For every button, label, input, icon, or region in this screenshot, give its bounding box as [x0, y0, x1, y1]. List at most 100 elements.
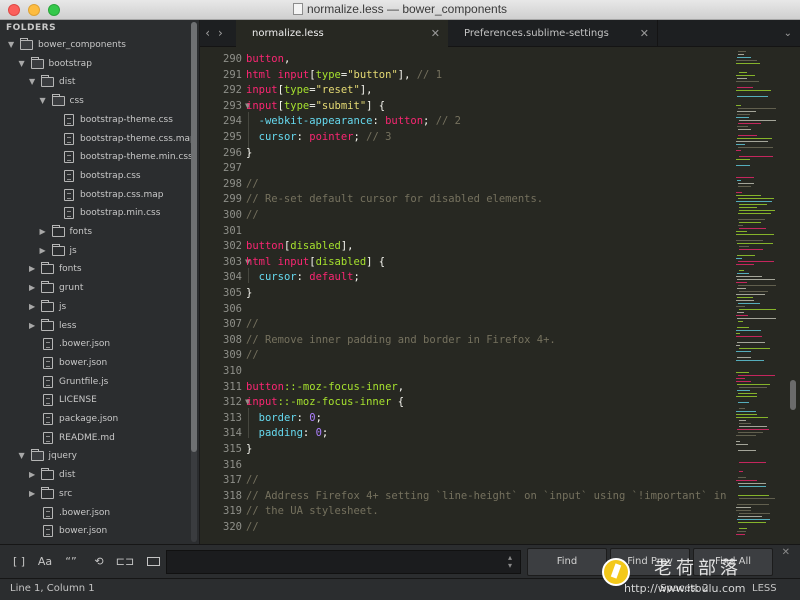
minimap-line	[738, 402, 749, 403]
folder-icon	[41, 468, 54, 481]
line-number: 290	[223, 53, 242, 65]
minimap-line	[736, 234, 774, 235]
minimap-line	[737, 138, 772, 139]
minimap-line	[736, 90, 771, 91]
tab-preferences[interactable]: Preferences.sublime-settings ✕	[448, 20, 658, 47]
disclosure-closed-icon[interactable]: ▶	[40, 242, 48, 260]
minimap-line	[739, 72, 747, 73]
tree-item-label: less	[59, 320, 77, 331]
minimap-line	[739, 207, 757, 208]
line-number: 296	[223, 146, 242, 159]
minimap-line	[736, 306, 745, 307]
minimap-line	[738, 51, 746, 52]
in-selection-toggle-icon[interactable]: ⊏⊐	[114, 552, 136, 572]
minimap-line	[737, 297, 753, 298]
find-input[interactable]: ▴ ▾	[166, 550, 521, 574]
disclosure-closed-icon[interactable]: ▶	[29, 298, 37, 316]
cursor-position: Line 1, Column 1	[10, 583, 95, 594]
minimap-line	[737, 429, 769, 430]
code-line: padding: 0;	[258, 427, 329, 440]
disclosure-closed-icon[interactable]: ▶	[29, 279, 37, 297]
minimap-line	[738, 495, 769, 496]
sidebar-header: FOLDERS	[6, 23, 57, 33]
tree-item-label: .bower.json	[59, 507, 111, 518]
line-number: 309	[223, 349, 242, 362]
minimap-line	[739, 246, 749, 247]
tab-close-icon[interactable]: ✕	[431, 20, 440, 47]
file-icon	[64, 207, 74, 220]
minimap-line	[739, 156, 773, 157]
editor-scrollbar-thumb[interactable]	[790, 380, 796, 410]
disclosure-closed-icon[interactable]: ▶	[29, 485, 37, 503]
file-icon	[64, 113, 74, 126]
minimap-line	[738, 129, 751, 130]
line-number: 297	[223, 162, 242, 175]
case-sensitive-toggle-button[interactable]: Aa	[34, 552, 56, 572]
line-number: 295	[223, 131, 242, 143]
tree-item-label: bower.json	[59, 357, 108, 368]
wrap-toggle-icon[interactable]: ⟲	[88, 552, 110, 572]
sidebar-scrollbar-thumb[interactable]	[191, 22, 197, 452]
minimap-line	[739, 462, 766, 463]
folder-icon	[30, 56, 44, 69]
tab-dropdown-icon[interactable]: ⌄	[784, 20, 792, 47]
minimap-line	[739, 309, 776, 310]
minimap-line	[737, 78, 747, 79]
minimap-line	[736, 510, 751, 511]
disclosure-open-icon[interactable]: ▼	[19, 55, 27, 73]
disclosure-closed-icon[interactable]: ▶	[29, 317, 37, 335]
editor-scrollbar-track[interactable]	[788, 47, 800, 544]
minimap-line	[736, 534, 745, 535]
folder-icon	[41, 318, 54, 331]
minimap-line	[737, 279, 775, 280]
disclosure-closed-icon[interactable]: ▶	[40, 223, 48, 241]
minimap-line	[739, 426, 767, 427]
file-icon	[43, 394, 53, 407]
disclosure-closed-icon[interactable]: ▶	[29, 466, 37, 484]
syntax-selector[interactable]: LESS	[752, 579, 777, 599]
tree-item-label: bootstrap.css.map	[80, 189, 164, 200]
highlight-matches-toggle-icon[interactable]	[142, 552, 164, 572]
disclosure-open-icon[interactable]: ▼	[40, 92, 48, 110]
line-number: 311	[223, 380, 242, 393]
folder-icon	[20, 38, 33, 50]
folder-icon	[51, 225, 65, 237]
tree-item-label: grunt	[59, 283, 84, 294]
minimap-line	[738, 375, 775, 376]
tree-item-label: .bower.json	[59, 339, 111, 350]
find-history-chevron-icon[interactable]: ▴ ▾	[508, 554, 512, 570]
code-line: html input[type="button"], // 1	[246, 68, 443, 81]
code-line: input::-moz-focus-inner {	[246, 396, 405, 409]
file-icon	[43, 413, 53, 425]
minimap-line	[738, 108, 776, 109]
minimap[interactable]	[730, 47, 788, 544]
tree-item-label: bootstrap-theme.css.map	[80, 133, 196, 144]
minimap-line	[736, 351, 751, 352]
tree-item-label: Gruntfile.js	[59, 376, 109, 387]
find-button[interactable]: Find	[527, 548, 607, 576]
minimap-line	[739, 291, 768, 292]
document-icon	[292, 3, 303, 15]
regex-toggle-button[interactable]: [ ]	[8, 552, 30, 572]
tab-label: normalize.less	[252, 28, 324, 39]
minimap-line	[736, 381, 751, 382]
line-number: 304	[223, 271, 242, 284]
disclosure-closed-icon[interactable]: ▶	[29, 260, 37, 278]
tab-close-icon[interactable]: ✕	[640, 20, 649, 47]
disclosure-open-icon[interactable]: ▼	[29, 73, 37, 91]
disclosure-open-icon[interactable]: ▼	[19, 447, 27, 465]
code-line: // Re-set default cursor for disabled el…	[246, 193, 544, 206]
minimap-line	[738, 516, 762, 517]
line-number: 306	[223, 302, 242, 315]
code-editor[interactable]: 290 button, 291 html input[type="button"], …	[200, 47, 730, 544]
minimap-line	[736, 201, 772, 202]
minimap-line	[739, 486, 766, 487]
minimap-line	[736, 378, 745, 379]
disclosure-open-icon[interactable]: ▼	[8, 36, 16, 54]
whole-word-toggle-button[interactable]: “”	[60, 552, 82, 572]
tab-normalize-less[interactable]: normalize.less ✕	[236, 20, 448, 47]
code-line: input[type="submit"] {	[246, 99, 386, 112]
tab-nav-arrows[interactable]: ‹›	[200, 20, 236, 47]
minimap-line	[736, 330, 761, 331]
find-panel-close-icon[interactable]: ✕	[782, 547, 790, 558]
